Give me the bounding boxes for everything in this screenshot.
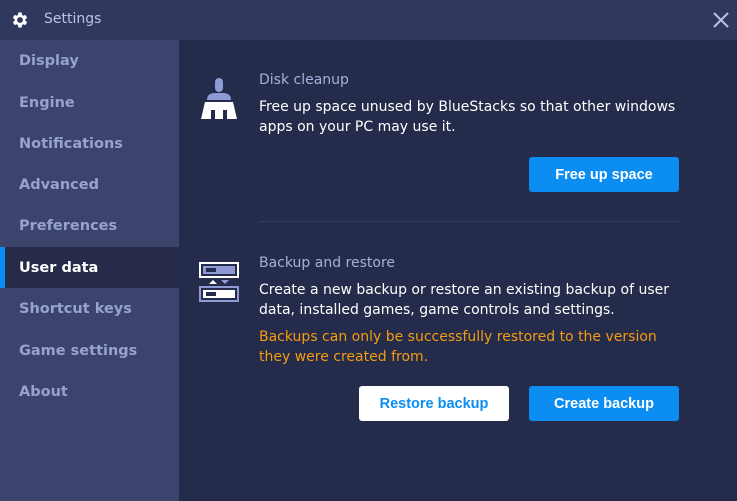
backup-restore-description: Create a new backup or restore an existi… [259,282,669,318]
sidebar-item-label: Display [19,52,79,69]
sidebar: Display Engine Notifications Advanced Pr… [0,40,179,501]
gear-icon [12,12,28,28]
sidebar-item-about[interactable]: About [0,371,179,412]
sidebar-item-label: Shortcut keys [19,300,132,317]
sidebar-item-label: Notifications [19,135,123,152]
sidebar-item-preferences[interactable]: Preferences [0,205,179,246]
sidebar-item-shortcut-keys[interactable]: Shortcut keys [0,288,179,329]
sidebar-item-user-data[interactable]: User data [0,247,179,288]
broom-icon [201,78,237,119]
window-title: Settings [44,11,102,27]
restore-backup-button[interactable]: Restore backup [359,386,509,421]
sidebar-item-label: Advanced [19,176,99,193]
sidebar-item-engine[interactable]: Engine [0,82,179,123]
sidebar-item-display[interactable]: Display [0,40,179,81]
backup-version-warning: Backups can only be successfully restore… [259,329,657,365]
free-up-space-button[interactable]: Free up space [529,157,679,192]
sidebar-item-notifications[interactable]: Notifications [0,123,179,164]
backup-restore-icon [199,262,239,302]
sidebar-item-game-settings[interactable]: Game settings [0,330,179,371]
sidebar-item-label: Preferences [19,217,118,234]
create-backup-button[interactable]: Create backup [529,386,679,421]
sidebar-item-label: About [19,383,68,400]
title-bar: Settings [0,0,737,40]
sidebar-item-label: Engine [19,94,75,111]
sidebar-item-advanced[interactable]: Advanced [0,164,179,205]
close-icon[interactable] [712,11,730,29]
section-divider [259,221,679,222]
sidebar-item-label: Game settings [19,342,138,359]
disk-cleanup-description: Free up space unused by BlueStacks so th… [259,99,676,135]
disk-cleanup-title: Disk cleanup [259,72,349,88]
backup-restore-title: Backup and restore [259,255,396,271]
sidebar-item-label: User data [19,259,99,276]
